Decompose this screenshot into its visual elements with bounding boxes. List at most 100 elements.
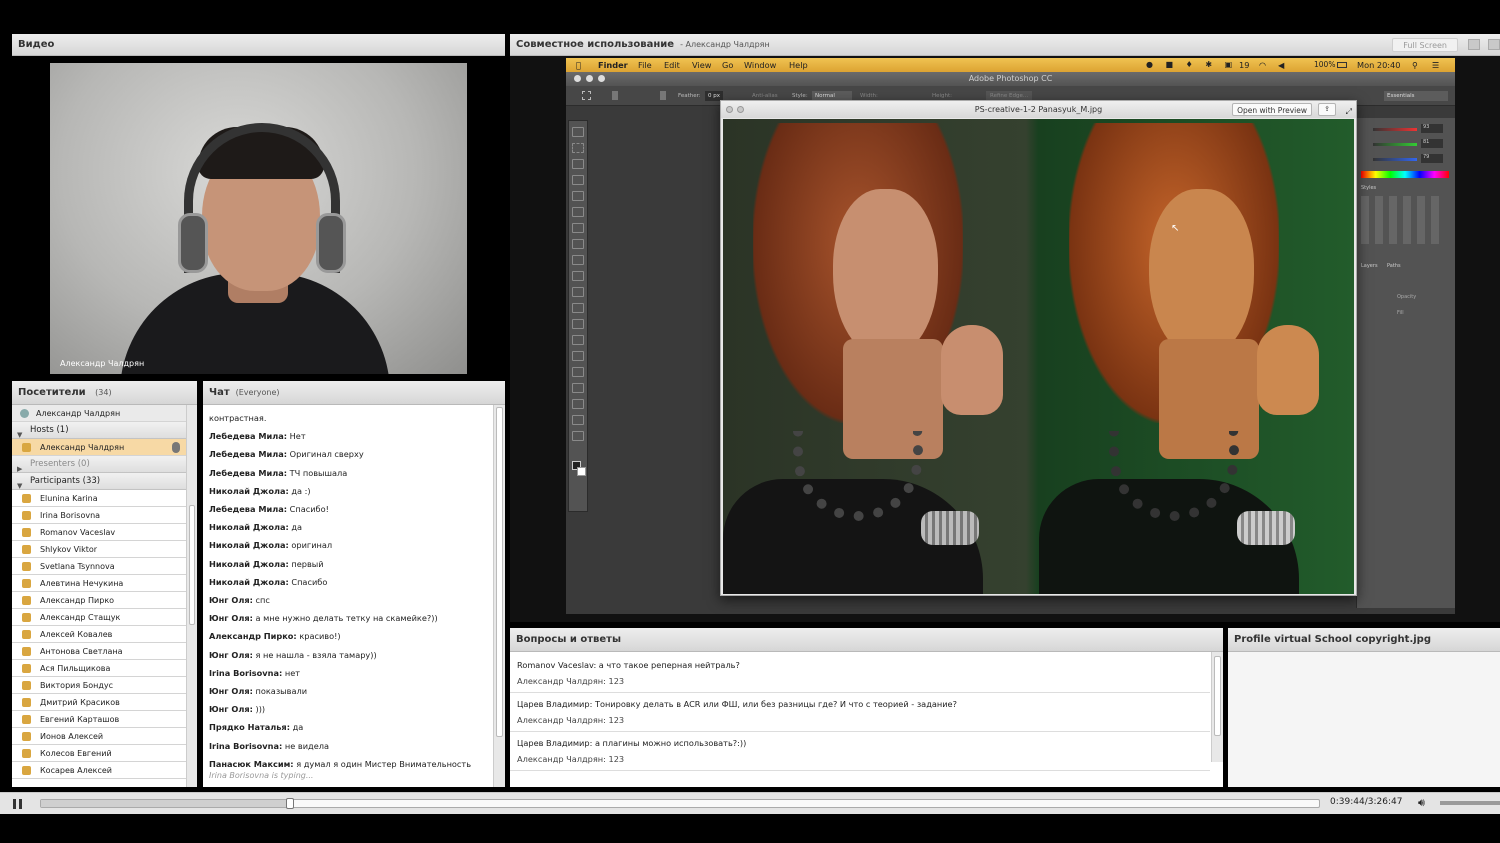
color-spectrum[interactable] <box>1361 171 1449 178</box>
menu-help[interactable]: Help <box>789 58 808 72</box>
pod-menu-icon[interactable] <box>1468 39 1480 50</box>
pause-icon[interactable] <box>13 799 22 809</box>
volume-slider[interactable] <box>1440 801 1500 805</box>
qa-item[interactable]: Царев Владимир: Тонировку делать в ACR и… <box>510 693 1210 732</box>
preview-filename: PS-creative-1-2 Panasyuk_M.jpg <box>974 105 1103 114</box>
pen-tool-icon[interactable] <box>572 351 584 361</box>
fullscreen-arrows-icon[interactable]: ⤢ <box>1346 103 1352 120</box>
color-slider-g[interactable] <box>1373 143 1417 146</box>
selection-mode-icons[interactable] <box>612 91 666 100</box>
volume-speaker-icon[interactable]: 🔊︎ <box>1418 796 1425 810</box>
participant-row[interactable]: Антонова Светлана <box>12 643 186 660</box>
preview-close-dot[interactable] <box>726 106 733 113</box>
playback-handle[interactable] <box>286 798 295 809</box>
participant-row[interactable]: Дмитрий Красиков <box>12 694 186 711</box>
participant-row[interactable]: Алексей Ковалев <box>12 626 186 643</box>
gradient-tool-icon[interactable] <box>572 303 584 313</box>
stamp-tool-icon[interactable] <box>572 255 584 265</box>
menu-file[interactable]: File <box>638 58 652 72</box>
attendee-scroll-thumb[interactable] <box>189 505 195 625</box>
hosts-group[interactable]: ▼ Hosts (1) <box>12 422 186 439</box>
ps-titlebar: Adobe Photoshop CC <box>566 72 1455 86</box>
edited-face <box>1149 189 1254 359</box>
participants-group[interactable]: ▼ Participants (33) <box>12 473 186 490</box>
menu-window[interactable]: Window <box>744 58 776 72</box>
menu-finder[interactable]: Finder <box>598 58 628 72</box>
host-row[interactable]: Александр Чалдрян <box>12 439 186 456</box>
participant-row[interactable]: Irina Borisovna <box>12 507 186 524</box>
apple-icon[interactable]:  <box>576 58 581 72</box>
notification-icon[interactable]: ☰ <box>1432 58 1439 72</box>
participant-row[interactable]: Romanov Vaceslav <box>12 524 186 541</box>
participant-row[interactable]: Косарев Алексей <box>12 762 186 779</box>
participant-row[interactable]: Svetlana Tsynnova <box>12 558 186 575</box>
chat-text: да <box>292 722 304 733</box>
shape-tool-icon[interactable] <box>572 399 584 409</box>
zoom-tool-icon[interactable] <box>572 431 584 441</box>
color-slider-b[interactable] <box>1373 158 1417 161</box>
presenters-group[interactable]: ▶ Presenters (0) <box>12 456 186 473</box>
blur-tool-icon[interactable] <box>572 319 584 329</box>
participant-row[interactable]: Александр Пирко <box>12 592 186 609</box>
type-tool-icon[interactable] <box>572 367 584 377</box>
lasso-tool-icon[interactable] <box>572 159 584 169</box>
layers-tab[interactable]: Layers <box>1361 263 1378 269</box>
chat-scope[interactable]: (Everyone) <box>236 388 280 397</box>
quick-select-tool-icon[interactable] <box>572 175 584 185</box>
move-tool-icon[interactable] <box>572 127 584 137</box>
color-value-r[interactable]: 93 <box>1421 124 1443 133</box>
qa-item[interactable]: Царев Владимир: а плагины можно использо… <box>510 732 1210 771</box>
participant-row[interactable]: Алевтина Нечукина <box>12 575 186 592</box>
ps-close-dot[interactable] <box>574 75 581 82</box>
dodge-tool-icon[interactable] <box>572 335 584 345</box>
open-with-preview-button[interactable]: Open with Preview <box>1232 103 1312 116</box>
chat-scrollbar[interactable] <box>493 405 505 787</box>
workspace-select[interactable]: Essentials <box>1384 91 1448 101</box>
fullscreen-button[interactable]: Full Screen <box>1392 38 1458 52</box>
participant-row[interactable]: Виктория Бондус <box>12 677 186 694</box>
playback-track[interactable] <box>40 798 1320 809</box>
attendee-scrollbar[interactable] <box>186 405 197 787</box>
background-color-swatch[interactable] <box>577 467 586 476</box>
hand-tool-icon[interactable] <box>572 415 584 425</box>
ps-max-dot[interactable] <box>598 75 605 82</box>
paths-tab[interactable]: Paths <box>1387 263 1401 269</box>
participant-row[interactable]: Александр Стащук <box>12 609 186 626</box>
qa-scroll-thumb[interactable] <box>1214 656 1221 736</box>
qa-item[interactable]: Romanov Vaceslav: а что такое реперная н… <box>510 654 1210 693</box>
share-icon[interactable]: ⇪ <box>1318 103 1336 116</box>
pod-maximize-icon[interactable] <box>1488 39 1500 50</box>
participant-row[interactable]: Shlykov Viktor <box>12 541 186 558</box>
qa-scrollbar[interactable] <box>1211 652 1223 762</box>
participant-row[interactable]: Евгений Карташов <box>12 711 186 728</box>
chat-message: Николай Джола: оригинал <box>203 536 493 554</box>
wifi-icon[interactable]: ◠ <box>1259 58 1266 72</box>
status-icon[interactable] <box>20 409 29 418</box>
history-brush-tool-icon[interactable] <box>572 271 584 281</box>
path-select-tool-icon[interactable] <box>572 383 584 393</box>
participant-row[interactable]: Ионов Алексей <box>12 728 186 745</box>
marquee-tool-icon[interactable] <box>582 91 591 100</box>
styles-tab[interactable]: Styles <box>1361 185 1376 191</box>
marquee-tool-icon[interactable] <box>572 143 584 153</box>
menu-view[interactable]: View <box>692 58 711 72</box>
crop-tool-icon[interactable] <box>572 191 584 201</box>
color-value-g[interactable]: 81 <box>1421 139 1443 148</box>
participant-row[interactable]: Ася Пильщикова <box>12 660 186 677</box>
ps-min-dot[interactable] <box>586 75 593 82</box>
eraser-tool-icon[interactable] <box>572 287 584 297</box>
menu-edit[interactable]: Edit <box>664 58 680 72</box>
healing-tool-icon[interactable] <box>572 223 584 233</box>
color-slider-r[interactable] <box>1373 128 1417 131</box>
menu-go[interactable]: Go <box>722 58 733 72</box>
participant-row[interactable]: Колесов Евгений <box>12 745 186 762</box>
brush-tool-icon[interactable] <box>572 239 584 249</box>
color-value-b[interactable]: 79 <box>1421 154 1443 163</box>
participant-row[interactable]: Elunina Karina <box>12 490 186 507</box>
my-status-row[interactable]: Александр Чалдрян <box>12 405 186 422</box>
preview-expand-dot[interactable] <box>737 106 744 113</box>
volume-icon[interactable]: ◀ <box>1278 58 1284 72</box>
spotlight-icon[interactable]: ⚲ <box>1412 58 1418 72</box>
chat-scroll-thumb[interactable] <box>496 407 503 737</box>
eyedropper-tool-icon[interactable] <box>572 207 584 217</box>
